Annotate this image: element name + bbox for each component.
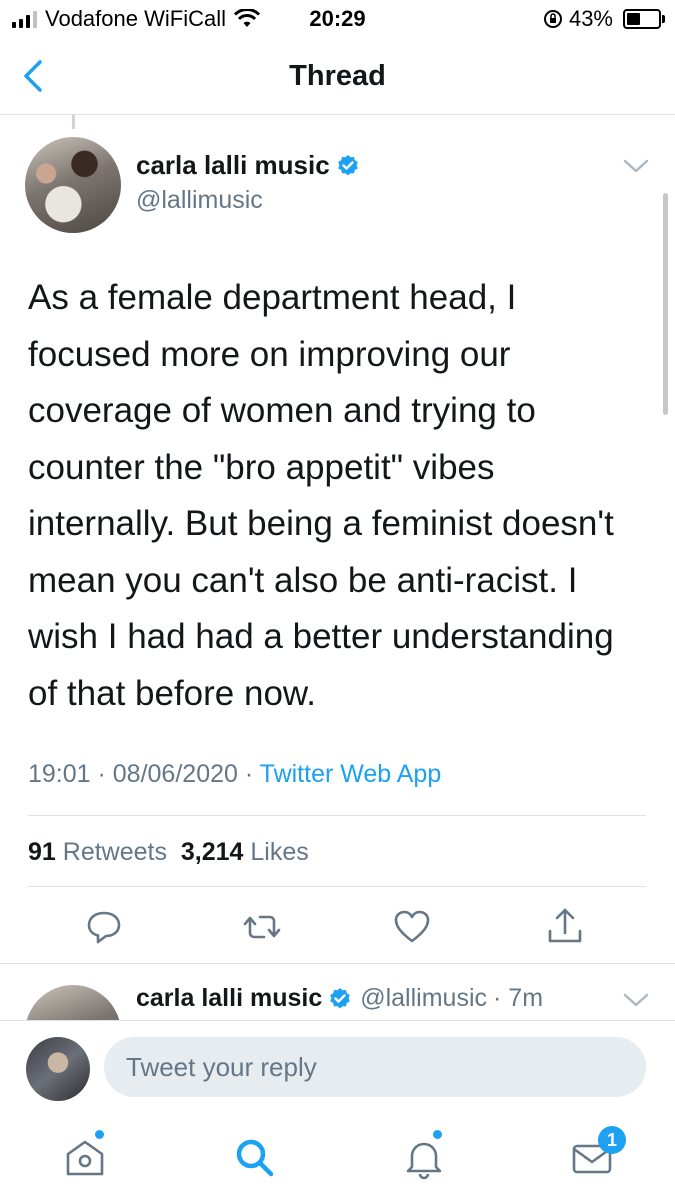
retweet-icon[interactable] xyxy=(242,905,282,949)
home-new-dot xyxy=(95,1130,104,1139)
page-title: Thread xyxy=(289,60,386,92)
verified-badge-icon xyxy=(330,987,351,1008)
reply-input[interactable] xyxy=(104,1037,646,1097)
tweet-timestamp: 19:01 · 08/06/2020 · xyxy=(28,760,260,788)
retweets-stat[interactable]: 91 Retweets xyxy=(28,838,167,866)
share-icon[interactable] xyxy=(545,905,585,949)
orientation-lock-icon xyxy=(543,10,562,28)
second-tweet-header: carla lalli music @lallimusic · 7m xyxy=(136,984,543,1013)
retweet-label: Retweets xyxy=(62,838,167,866)
chevron-down-icon[interactable] xyxy=(623,992,649,1008)
like-heart-icon[interactable] xyxy=(392,905,432,949)
battery-percent: 43% xyxy=(568,6,613,31)
tweet-text: As a female department head, I focused m… xyxy=(28,278,614,713)
notifications-bell-icon[interactable] xyxy=(401,1134,447,1180)
scrollbar[interactable] xyxy=(663,193,668,415)
home-icon[interactable] xyxy=(62,1134,108,1180)
status-bar: Vodafone WiFiCall 20:29 43% xyxy=(0,0,675,38)
search-icon[interactable] xyxy=(231,1134,277,1180)
tab-bar xyxy=(0,1116,675,1200)
author-avatar[interactable] xyxy=(25,137,121,233)
messages-badge: 1 xyxy=(598,1126,626,1154)
notifications-new-dot xyxy=(433,1130,442,1139)
author-display-name[interactable]: carla lalli music xyxy=(136,150,330,181)
user-avatar[interactable] xyxy=(26,1037,90,1101)
author-handle[interactable]: @lallimusic xyxy=(136,186,263,215)
chevron-down-icon[interactable] xyxy=(623,158,649,174)
nav-bar: Thread xyxy=(0,38,675,115)
tweet-metadata: 19:01 · 08/06/2020 · Twitter Web App xyxy=(28,760,441,789)
author-display-name[interactable]: carla lalli music xyxy=(136,984,322,1013)
thread-connector xyxy=(72,115,75,129)
likes-stat[interactable]: 3,214 Likes xyxy=(181,838,309,866)
author-handle[interactable]: @lallimusic xyxy=(360,984,487,1013)
like-count: 3,214 xyxy=(180,838,244,866)
tweet-age: · 7m xyxy=(493,984,544,1012)
retweet-count: 91 xyxy=(28,838,56,866)
divider xyxy=(0,963,675,964)
divider xyxy=(28,815,646,816)
tweet-actions xyxy=(0,905,675,955)
battery-icon xyxy=(623,9,665,29)
tweet-source-link[interactable]: Twitter Web App xyxy=(260,760,442,788)
reply-icon[interactable] xyxy=(84,905,124,949)
like-label: Likes xyxy=(250,838,309,866)
divider xyxy=(28,886,646,887)
tweet-stats: 91 Retweets 3,214 Likes xyxy=(28,838,309,867)
verified-badge-icon xyxy=(337,154,358,175)
